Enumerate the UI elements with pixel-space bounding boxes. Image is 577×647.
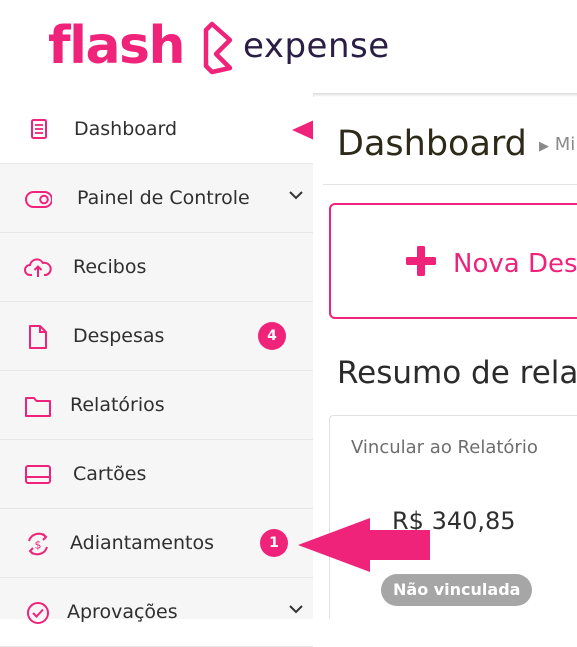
breadcrumb[interactable]: ▶ Mi — [539, 134, 575, 155]
sidebar-item-label: Despesas — [73, 325, 165, 347]
breadcrumb-item[interactable]: Mi — [555, 134, 576, 155]
sidebar-item-recibos[interactable]: Recibos — [0, 233, 313, 302]
sidebar-item-relatorios[interactable]: Relatórios — [0, 371, 313, 440]
new-expense-button[interactable]: Nova Desp — [329, 203, 577, 319]
sidebar-item-despesas[interactable]: Despesas 4 — [0, 302, 313, 371]
sidebar-item-label: Adiantamentos — [70, 532, 214, 554]
dollar-cycle-icon: $ — [28, 532, 48, 556]
app-header: flash expense — [0, 0, 577, 95]
logo-text-expense: expense — [243, 26, 390, 66]
file-icon — [29, 325, 47, 349]
sidebar-nav: Dashboard Painel de Controle Recibos Des… — [0, 95, 314, 647]
sidebar-item-label: Relatórios — [70, 394, 165, 416]
adiantamentos-count-badge: 1 — [260, 529, 288, 557]
sidebar-item-label: Dashboard — [74, 118, 178, 140]
sidebar-item-aprovacoes[interactable]: Aprovações — [0, 578, 313, 647]
despesas-count-badge: 4 — [258, 322, 286, 350]
sidebar-item-cartoes[interactable]: Cartões — [0, 440, 313, 509]
new-expense-label: Nova Desp — [453, 249, 577, 279]
card-label: Vincular ao Relatório — [351, 437, 538, 458]
cloud-upload-icon — [24, 258, 52, 277]
sidebar-item-painel-de-controle[interactable]: Painel de Controle — [0, 164, 313, 233]
toggle-icon — [25, 191, 52, 208]
section-title: Resumo de relat — [337, 355, 577, 391]
sidebar-item-label: Recibos — [73, 256, 147, 278]
caret-right-icon: ▶ — [539, 139, 549, 154]
plus-icon — [406, 246, 436, 276]
flash-brand-icon — [203, 21, 233, 75]
page-title: Dashboard — [337, 124, 527, 164]
active-item-indicator — [292, 120, 314, 140]
sidebar-item-label: Aprovações — [67, 601, 178, 623]
sidebar-item-label: Cartões — [73, 463, 147, 485]
sidebar-item-dashboard[interactable]: Dashboard — [0, 95, 313, 164]
svg-text:$: $ — [35, 539, 42, 552]
check-circle-icon — [27, 602, 49, 624]
chevron-down-icon[interactable] — [287, 602, 305, 616]
chevron-down-icon[interactable] — [287, 188, 305, 202]
annotation-arrow-icon — [298, 518, 430, 572]
status-badge: Não vinculada — [381, 574, 533, 606]
list-document-icon — [31, 119, 47, 139]
credit-card-icon — [25, 465, 51, 484]
sidebar-item-adiantamentos[interactable]: $ Adiantamentos 1 — [0, 509, 313, 578]
divider — [323, 184, 577, 185]
folder-icon — [25, 397, 51, 417]
sidebar-item-label: Painel de Controle — [77, 187, 250, 209]
logo-text-flash: flash — [48, 16, 186, 76]
